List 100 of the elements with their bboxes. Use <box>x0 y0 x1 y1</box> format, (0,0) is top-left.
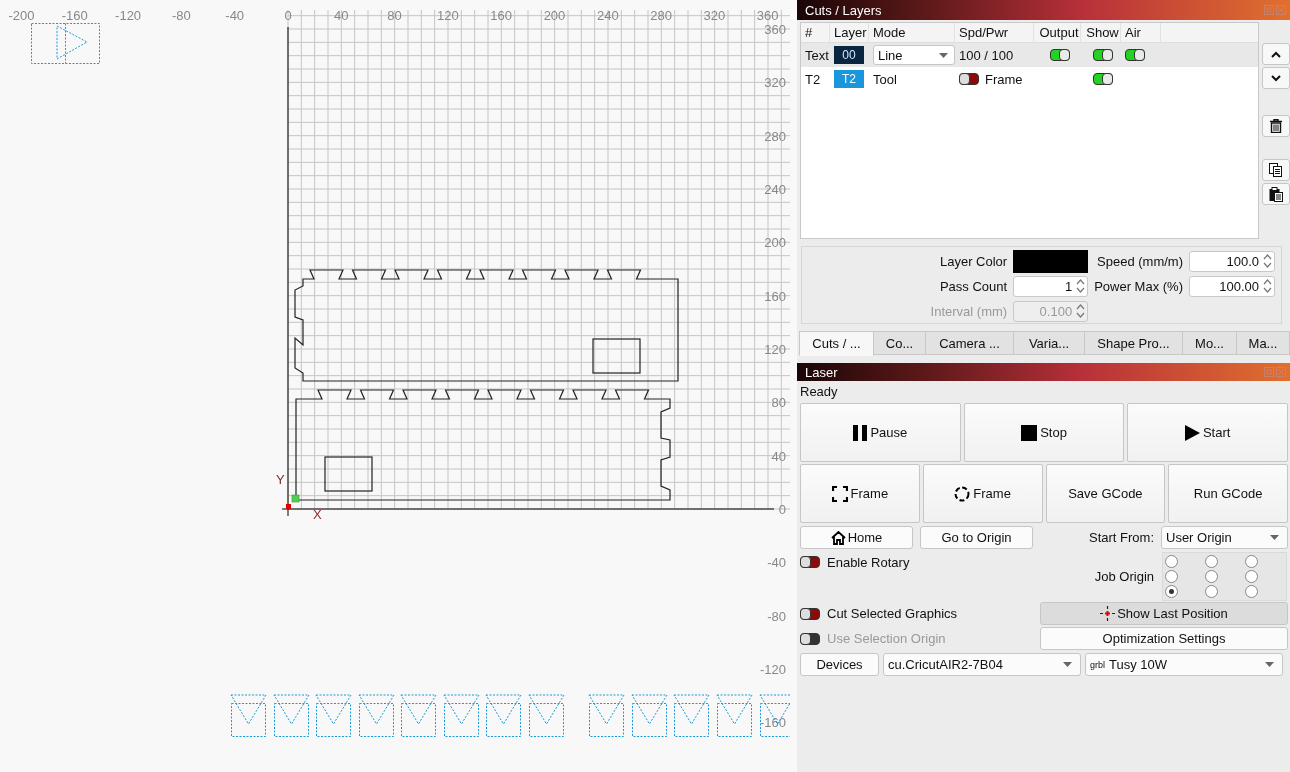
radio-button[interactable] <box>1245 570 1258 583</box>
column-header: Output <box>1034 23 1081 42</box>
laser-button[interactable]: Save GCode <box>1045 464 1166 523</box>
ruler-label: -40 <box>225 8 245 23</box>
chevron-down-icon <box>1271 74 1281 82</box>
tab[interactable]: Co... <box>873 331 926 355</box>
dashed-marker <box>230 694 267 737</box>
number-field[interactable]: 1 <box>1013 275 1089 297</box>
dashed-marker <box>759 694 790 737</box>
tab[interactable]: Shape Pro... <box>1084 331 1183 355</box>
dashed-marker <box>485 694 522 737</box>
field-label: Job Origin <box>1094 569 1154 584</box>
layer-row[interactable]: Text 00 Line 100 / 100 <box>801 43 1258 67</box>
ruler-label: 320 <box>764 75 786 91</box>
radio-button[interactable] <box>1205 570 1218 583</box>
toggle-switch[interactable] <box>800 607 820 620</box>
chevron-up-icon <box>1271 50 1281 58</box>
number-field[interactable]: 100.00 <box>1189 275 1275 297</box>
ruler-label: 320 <box>703 8 726 23</box>
tab[interactable]: Varia... <box>1013 331 1085 355</box>
laser-button[interactable]: Frame <box>800 464 920 523</box>
toggle-switch[interactable] <box>1125 49 1145 61</box>
trash-icon <box>1270 119 1282 133</box>
laser-button[interactable]: Start <box>1127 403 1288 462</box>
color-swatch[interactable] <box>1013 249 1089 273</box>
rectangle-cutout <box>592 338 641 374</box>
radio-button[interactable] <box>1165 585 1178 598</box>
radio-button[interactable] <box>1165 570 1178 583</box>
frame-corners-icon <box>831 485 848 502</box>
ruler-label: 120 <box>764 341 786 357</box>
ruler-label: -80 <box>172 8 191 23</box>
ruler-label: 120 <box>437 8 459 23</box>
go-to-origin-button[interactable]: Go to Origin <box>920 526 1033 549</box>
dashed-marker <box>673 694 710 737</box>
toggle-switch[interactable] <box>1093 49 1113 61</box>
toggle-switch[interactable] <box>1093 73 1113 85</box>
layer-row[interactable]: T2 T2 Tool Frame <box>801 67 1258 91</box>
laser-button[interactable]: Frame <box>922 464 1043 523</box>
dashed-marker <box>358 694 395 737</box>
dashed-marker <box>400 694 437 737</box>
ruler-label: 280 <box>650 8 672 23</box>
radio-button[interactable] <box>1165 555 1178 568</box>
start-from-dropdown[interactable]: User Origin <box>1161 526 1288 549</box>
toggle-label: Enable Rotary <box>827 554 910 570</box>
tab[interactable]: Camera ... <box>925 331 1014 355</box>
ruler-label: 40 <box>771 448 786 464</box>
field-label: Layer Color <box>939 253 1008 269</box>
field-label: Interval (mm) <box>930 303 1008 319</box>
dashed-marker <box>631 694 668 737</box>
stop-icon <box>1021 424 1038 441</box>
devices-button[interactable]: Devices <box>800 653 879 676</box>
radio-button[interactable] <box>1245 585 1258 598</box>
axis-label: X <box>313 507 322 522</box>
mode-dropdown[interactable]: Line <box>873 45 955 65</box>
optimization-settings-button[interactable]: Optimization Settings <box>1040 627 1288 650</box>
ruler-label: -120 <box>115 8 142 23</box>
column-header: Mode <box>869 23 955 42</box>
table-cell-text: Text <box>804 47 830 63</box>
ruler-label: -80 <box>767 608 786 624</box>
port-dropdown[interactable]: cu.CricutAIR2-7B04 <box>883 653 1081 676</box>
machine-dropdown[interactable]: grbl Tusy 10W <box>1085 653 1283 676</box>
laser-button[interactable]: Run GCode <box>1168 464 1288 523</box>
laser-button[interactable]: Pause <box>800 403 961 462</box>
radio-button[interactable] <box>1245 555 1258 568</box>
crosshair-icon <box>1100 606 1116 621</box>
ruler-label: -160 <box>61 8 88 23</box>
home-button[interactable]: Home <box>800 526 913 549</box>
tab[interactable]: Cuts / ... <box>799 331 874 356</box>
caret-icon <box>1063 662 1072 667</box>
table-cell-text: Tool <box>872 71 898 87</box>
stepper-icon[interactable] <box>1076 278 1086 294</box>
field-label: Start From: <box>1089 530 1154 545</box>
toggle-switch[interactable] <box>959 73 979 85</box>
laser-button[interactable]: Stop <box>963 403 1125 462</box>
paste-button[interactable] <box>1262 183 1290 205</box>
copy-button[interactable] <box>1262 159 1290 181</box>
tab[interactable]: Mo... <box>1182 331 1237 355</box>
number-field[interactable]: 100.0 <box>1189 250 1275 272</box>
delete-button[interactable] <box>1262 115 1290 137</box>
move-down-button[interactable] <box>1262 67 1290 89</box>
ruler-label: 160 <box>764 288 786 304</box>
caret-icon <box>1265 662 1274 667</box>
dashed-circle-icon <box>954 485 971 502</box>
toggle-switch[interactable] <box>800 556 820 568</box>
ruler-label: 360 <box>756 8 779 23</box>
ruler-label: 280 <box>764 128 786 144</box>
move-up-button[interactable] <box>1262 43 1290 65</box>
column-header: Show <box>1081 23 1121 42</box>
ruler-label: 80 <box>387 8 402 23</box>
toggle-label: Use Selection Origin <box>827 631 946 646</box>
stepper-icon[interactable] <box>1263 278 1272 294</box>
radio-button[interactable] <box>1205 585 1218 598</box>
toggle-switch[interactable] <box>1049 49 1070 61</box>
show-last-position-button[interactable]: Show Last Position <box>1040 602 1288 625</box>
ruler-label: 200 <box>543 8 566 23</box>
stepper-icon[interactable] <box>1263 253 1272 269</box>
layer-chip[interactable]: 00 <box>834 46 864 64</box>
radio-button[interactable] <box>1205 555 1218 568</box>
panel-title: Cuts / Layers <box>805 2 882 18</box>
tab[interactable]: Ma... <box>1236 331 1290 355</box>
